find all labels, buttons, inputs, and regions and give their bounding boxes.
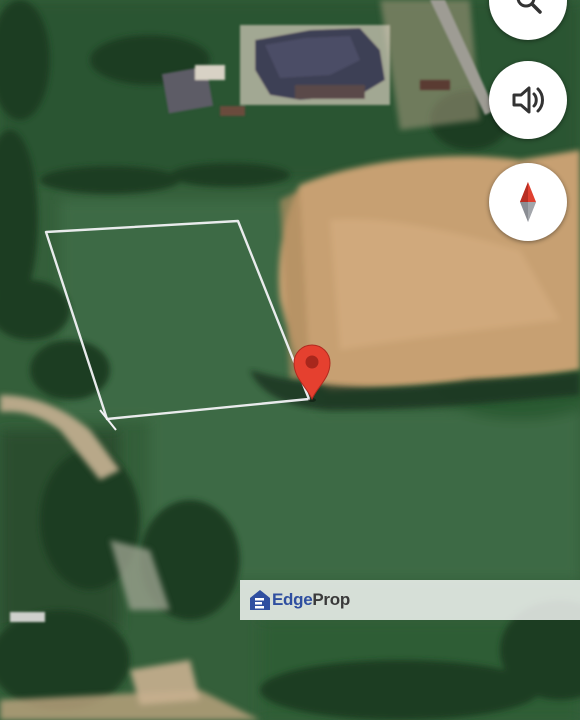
compass-icon xyxy=(520,182,536,222)
edgeprop-watermark: EdgeProp xyxy=(240,580,580,620)
compass-button[interactable] xyxy=(489,163,567,241)
brand-part-1: Edge xyxy=(272,590,313,609)
speaker-icon xyxy=(512,86,544,114)
sound-button[interactable] xyxy=(489,61,567,139)
brand-part-2: Prop xyxy=(312,590,350,609)
search-icon xyxy=(516,0,542,14)
edgeprop-logo-icon xyxy=(250,590,270,610)
edgeprop-brand: EdgeProp xyxy=(272,590,350,610)
